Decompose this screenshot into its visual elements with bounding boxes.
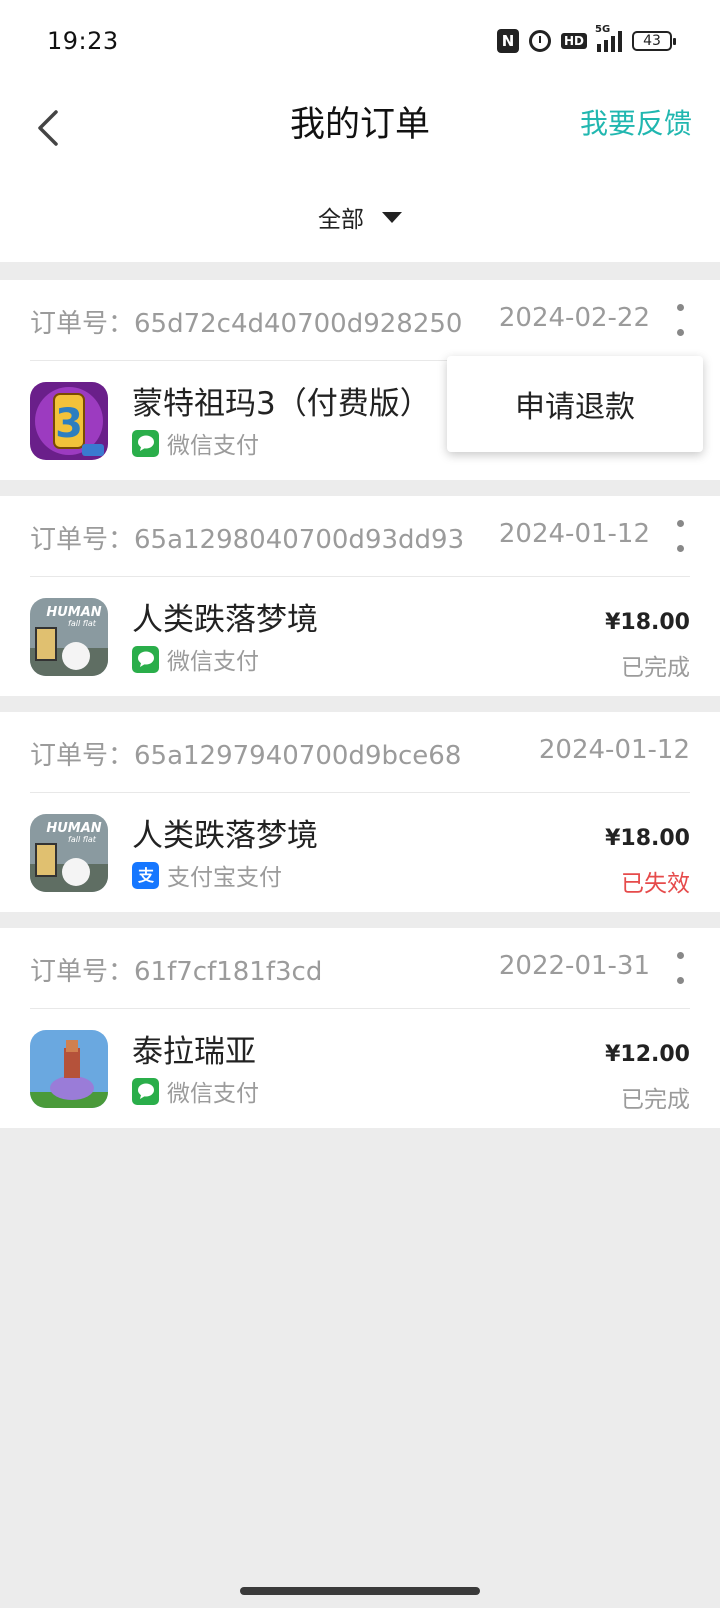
payment-method: 微信支付 — [132, 642, 259, 676]
order-date: 2024-01-12 — [538, 735, 690, 765]
alarm-icon — [528, 30, 551, 52]
game-name: 蒙特祖玛3（付费版） — [132, 386, 431, 422]
order-card[interactable]: 订单号：65a1298040700d93dd93 2024-01-12 HUMA… — [0, 496, 720, 696]
payment-method: 微信支付 — [132, 426, 259, 460]
order-header: 订单号：65a1297940700d9bce68 2024-01-12 — [30, 712, 690, 793]
more-options-icon[interactable] — [670, 952, 690, 984]
order-card[interactable]: 订单号：61f7cf181f3cd 2022-01-31 泰拉瑞亚 微信支付 ¥… — [0, 928, 720, 1128]
feedback-link[interactable]: 我要反馈 — [580, 102, 692, 142]
refund-menu-item[interactable]: 申请退款 — [515, 382, 635, 426]
payment-method: 微信支付 — [132, 1074, 259, 1108]
refund-popup-menu[interactable]: 申请退款 — [447, 356, 703, 452]
filter-dropdown[interactable]: 全部 — [0, 200, 720, 234]
svg-text:HUMAN: HUMAN — [46, 821, 101, 836]
order-number: 订单号：65a1298040700d93dd93 — [30, 525, 465, 555]
svg-text:fall flat: fall flat — [68, 619, 97, 628]
order-price: ¥18.00 — [605, 610, 690, 635]
wechat-pay-icon — [132, 645, 159, 673]
order-header: 订单号：65d72c4d40700d928250 2024-02-22 — [30, 280, 690, 361]
header: 我的订单 我要反馈 — [0, 84, 720, 184]
svg-text:3: 3 — [55, 401, 83, 447]
order-card[interactable]: 订单号：65a1297940700d9bce68 2024-01-12 HUMA… — [0, 712, 720, 912]
payment-method: 支 支付宝支付 — [132, 858, 282, 892]
game-icon-terraria — [30, 1030, 108, 1108]
game-icon-human-fall-flat: HUMAN fall flat — [30, 598, 108, 676]
payment-label: 支付宝支付 — [167, 865, 282, 891]
game-name: 泰拉瑞亚 — [132, 1034, 256, 1070]
status-bar: 19:23 N HD 5G 43 — [0, 0, 720, 84]
order-price: ¥18.00 — [605, 826, 690, 851]
order-status: 已失效 — [621, 871, 690, 897]
payment-label: 微信支付 — [167, 433, 259, 459]
alipay-icon: 支 — [132, 861, 159, 889]
payment-label: 微信支付 — [167, 1081, 259, 1107]
status-icons: N HD 5G 43 — [496, 24, 676, 56]
nfc-icon: N — [496, 29, 519, 53]
signal-icon: 5G — [595, 24, 622, 52]
order-date: 2024-02-22 — [498, 303, 650, 333]
svg-text:支: 支 — [136, 866, 154, 885]
order-number: 订单号：65d72c4d40700d928250 — [30, 309, 463, 339]
order-price: ¥12.00 — [605, 1042, 690, 1067]
order-number: 订单号：65a1297940700d9bce68 — [30, 741, 462, 771]
order-header: 订单号：65a1298040700d93dd93 2024-01-12 — [30, 496, 690, 577]
order-header: 订单号：61f7cf181f3cd 2022-01-31 — [30, 928, 690, 1009]
game-icon-human-fall-flat: HUMAN fall flat — [30, 814, 108, 892]
order-date: 2022-01-31 — [498, 951, 650, 981]
gesture-bar[interactable] — [240, 1587, 480, 1595]
game-icon-montezuma: 3 — [30, 382, 108, 460]
network-type: 5G — [595, 24, 611, 35]
game-name: 人类跌落梦境 — [132, 818, 318, 854]
wechat-pay-icon — [132, 1077, 159, 1105]
filter-bar: 全部 — [0, 184, 720, 262]
wechat-pay-icon — [132, 429, 159, 457]
order-date: 2024-01-12 — [498, 519, 650, 549]
svg-text:HUMAN: HUMAN — [46, 605, 101, 620]
order-status: 已完成 — [621, 655, 690, 681]
status-time: 19:23 — [47, 27, 119, 55]
order-status: 已完成 — [621, 1087, 690, 1113]
battery-icon: 43 — [632, 31, 676, 51]
more-options-icon[interactable] — [670, 520, 690, 552]
more-options-icon[interactable] — [670, 304, 690, 336]
screen: 19:23 N HD 5G 43 我的订单 我要反馈 全部 订单号：65d72c… — [0, 0, 720, 1608]
caret-down-icon — [382, 211, 402, 223]
payment-label: 微信支付 — [167, 649, 259, 675]
order-number: 订单号：61f7cf181f3cd — [30, 957, 323, 987]
battery-level: 43 — [643, 33, 661, 49]
svg-text:fall flat: fall flat — [68, 835, 97, 844]
filter-selected: 全部 — [318, 207, 364, 233]
game-name: 人类跌落梦境 — [132, 602, 318, 638]
hd-icon: HD — [560, 33, 587, 49]
